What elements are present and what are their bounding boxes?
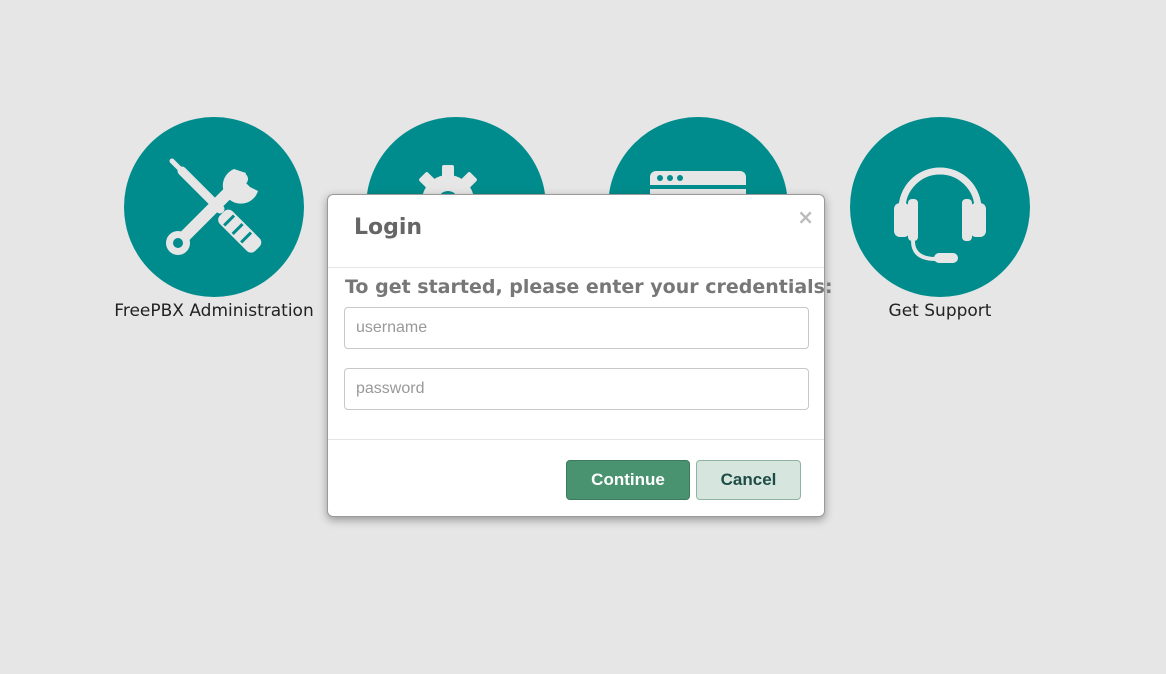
continue-button[interactable]: Continue <box>566 460 690 500</box>
tile-freepbx-administration[interactable]: FreePBX Administration <box>114 117 314 321</box>
login-instructions: To get started, please enter your creden… <box>345 276 833 298</box>
close-icon[interactable]: × <box>797 207 814 227</box>
username-input[interactable] <box>344 307 809 349</box>
tile-label[interactable]: Get Support <box>840 301 1040 321</box>
modal-body: To get started, please enter your creden… <box>328 268 833 440</box>
wrench-screwdriver-icon <box>166 158 266 255</box>
login-modal: Login × To get started, please enter you… <box>327 194 833 518</box>
modal-footer: Continue Cancel <box>328 440 824 518</box>
tile-circle[interactable] <box>850 117 1030 297</box>
tile-label[interactable]: FreePBX Administration <box>114 301 314 321</box>
headset-icon <box>894 167 986 263</box>
modal-header: Login × <box>328 195 824 268</box>
modal-title: Login <box>354 215 423 240</box>
cancel-button[interactable]: Cancel <box>696 460 801 500</box>
password-input[interactable] <box>344 368 809 410</box>
landing-page: FreePBX Administration Get Support Login… <box>0 0 1166 674</box>
tile-circle[interactable] <box>124 117 304 297</box>
tile-get-support[interactable]: Get Support <box>840 117 1040 321</box>
